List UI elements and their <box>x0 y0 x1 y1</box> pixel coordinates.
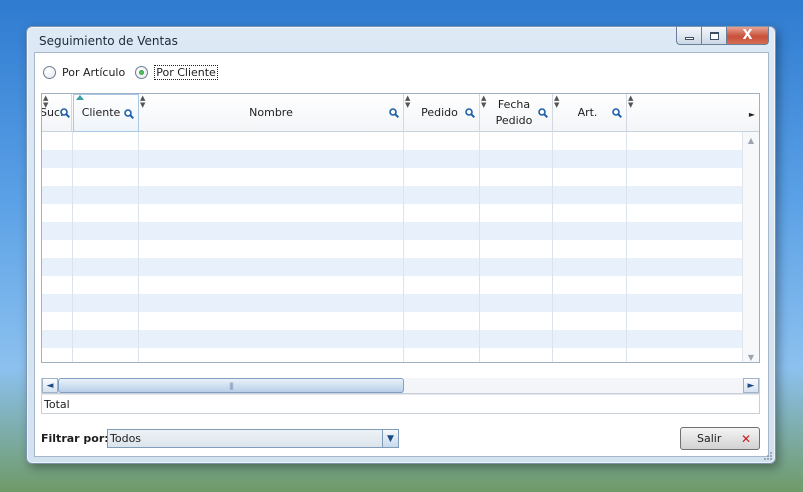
maximize-icon <box>709 31 719 40</box>
table-row[interactable] <box>42 222 742 240</box>
sort-icon: ▲ ▼ <box>140 94 146 109</box>
horizontal-scrollbar[interactable]: ◄ ||| ► <box>41 378 760 394</box>
grid-body[interactable] <box>42 132 742 362</box>
col-label: Fecha Pedido <box>495 98 533 127</box>
radio-label: Por Cliente <box>154 65 218 80</box>
col-header-next[interactable]: ▲ ▼ ► <box>627 94 759 132</box>
table-row[interactable] <box>42 258 742 276</box>
search-icon[interactable] <box>389 108 399 118</box>
col-divider <box>72 132 73 362</box>
scroll-columns-right-icon[interactable]: ► <box>749 107 755 123</box>
close-icon: X <box>742 28 753 43</box>
table-row[interactable] <box>42 204 742 222</box>
sort-icon: ▲ ▼ <box>43 94 49 109</box>
col-header-fecha-pedido[interactable]: ▲ ▼ Fecha Pedido <box>480 94 553 132</box>
col-header-pedido[interactable]: ▲ ▼ Pedido <box>404 94 480 132</box>
radio-circle-checked-icon[interactable] <box>135 66 149 79</box>
scroll-left-icon[interactable]: ◄ <box>42 378 58 393</box>
col-label: Nombre <box>249 106 293 119</box>
search-icon[interactable] <box>612 108 622 118</box>
search-icon[interactable] <box>465 108 475 118</box>
col-header-suc[interactable]: ▲ ▼ Suc. <box>42 94 72 132</box>
filter-label: Filtrar por: <box>41 432 109 445</box>
total-label: Total <box>44 398 70 411</box>
radio-por-cliente[interactable]: Por Cliente <box>135 65 218 80</box>
chevron-down-icon[interactable]: ▼ <box>382 430 398 447</box>
minimize-icon <box>684 37 694 40</box>
vertical-scrollbar[interactable]: ▲ ▼ <box>742 132 759 362</box>
client-area: Por Artículo Por Cliente ▲ ▼ Suc. Cliente <box>34 52 769 457</box>
col-label: Cliente <box>81 106 121 119</box>
total-row: Total <box>41 394 760 414</box>
radio-circle-icon[interactable] <box>43 66 56 79</box>
col-header-cliente[interactable]: Cliente <box>73 94 139 132</box>
table-row[interactable] <box>42 240 742 258</box>
table-row[interactable] <box>42 168 742 186</box>
close-icon: ✕ <box>740 431 751 446</box>
maximize-button[interactable] <box>702 27 727 45</box>
table-row[interactable] <box>42 186 742 204</box>
close-button[interactable]: X <box>727 27 769 45</box>
col-label: Art. <box>577 106 598 119</box>
search-icon[interactable] <box>124 109 134 119</box>
col-divider <box>479 132 480 362</box>
search-icon[interactable] <box>538 108 548 118</box>
table-row[interactable] <box>42 150 742 168</box>
table-row[interactable] <box>42 132 742 150</box>
filter-value: Todos <box>110 432 142 445</box>
scroll-right-icon[interactable]: ► <box>743 378 759 393</box>
window-title: Seguimiento de Ventas <box>39 34 178 48</box>
sort-ascending-icon <box>76 95 84 100</box>
radio-por-articulo[interactable]: Por Artículo <box>43 66 125 79</box>
mode-radio-group: Por Artículo Por Cliente <box>43 65 228 80</box>
table-row[interactable] <box>42 312 742 330</box>
caption-buttons: X <box>676 27 769 45</box>
grid-header: ▲ ▼ Suc. Cliente ▲ ▼ Nombre ▲ ▼ Pedido ▲… <box>42 94 759 132</box>
minimize-button[interactable] <box>676 27 702 45</box>
table-row[interactable] <box>42 348 742 362</box>
sales-grid[interactable]: ▲ ▼ Suc. Cliente ▲ ▼ Nombre ▲ ▼ Pedido ▲… <box>41 93 760 363</box>
main-window: Seguimiento de Ventas X Por Artículo Por… <box>26 26 776 464</box>
col-divider <box>138 132 139 362</box>
col-divider <box>552 132 553 362</box>
scroll-thumb[interactable]: ||| <box>58 378 404 393</box>
table-row[interactable] <box>42 294 742 312</box>
col-divider <box>403 132 404 362</box>
exit-label: Salir <box>697 432 722 445</box>
scroll-up-icon[interactable]: ▲ <box>743 132 759 149</box>
sort-icon: ▲ ▼ <box>405 94 411 109</box>
search-icon[interactable] <box>60 108 70 118</box>
sort-icon: ▲ ▼ <box>481 94 487 109</box>
filter-dropdown[interactable]: Todos ▼ <box>107 429 399 448</box>
exit-button[interactable]: Salir ✕ <box>680 427 760 450</box>
sort-icon: ▲ ▼ <box>554 94 560 109</box>
col-divider <box>626 132 627 362</box>
col-label: Pedido <box>421 106 458 119</box>
scroll-down-icon[interactable]: ▼ <box>743 349 759 362</box>
col-header-nombre[interactable]: ▲ ▼ Nombre <box>139 94 404 132</box>
sort-icon: ▲ ▼ <box>628 94 634 109</box>
table-row[interactable] <box>42 330 742 348</box>
resize-grip-icon[interactable] <box>763 451 773 461</box>
col-header-art[interactable]: ▲ ▼ Art. <box>553 94 627 132</box>
radio-label: Por Artículo <box>62 66 126 79</box>
table-row[interactable] <box>42 276 742 294</box>
